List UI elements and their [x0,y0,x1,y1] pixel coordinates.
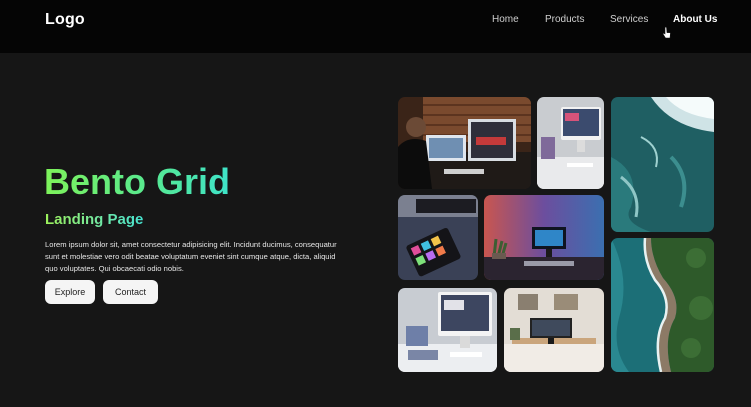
bento-image-neon-setup [484,195,604,280]
bento-image-workstation [398,288,497,372]
nav-home[interactable]: Home [492,14,519,25]
nav-services[interactable]: Services [610,14,648,25]
contact-button[interactable]: Contact [103,280,158,304]
logo[interactable]: Logo [45,11,85,29]
bento-image-desk-room [504,288,604,372]
bento-image-coastline [611,238,714,372]
bento-image-tablet [398,195,478,280]
hero-subtitle: Landing Page [45,211,144,228]
top-navbar: Logo Home Products Services About Us [0,0,751,53]
mouse-pointer-icon [662,26,671,39]
bento-image-imac-desk [537,97,604,189]
nav-about-us[interactable]: About Us [673,14,717,25]
explore-button[interactable]: Explore [45,280,95,304]
nav-products[interactable]: Products [545,14,584,25]
hero-description: Lorem ipsum dolor sit, amet consectetur … [45,240,337,273]
landing-page: Logo Home Products Services About Us Ben… [0,0,751,407]
bento-image-ocean-waves [611,97,714,232]
hero-title: Bento Grid [44,161,230,202]
bento-image-man-at-desk [398,97,531,189]
